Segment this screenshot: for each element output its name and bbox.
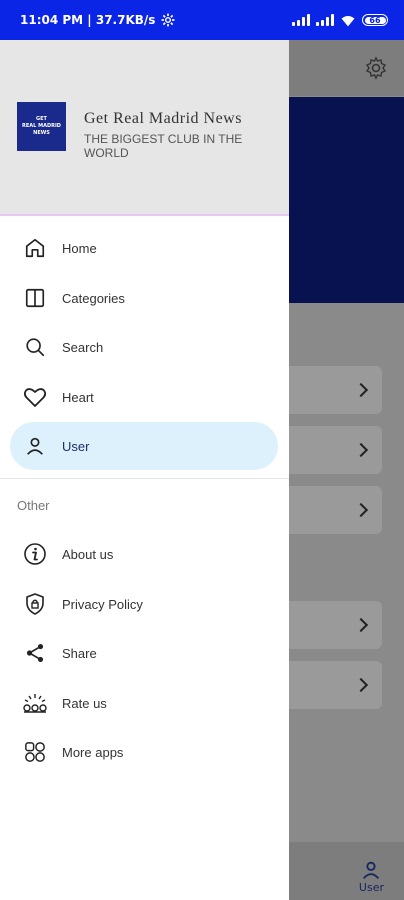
chevron-right-icon [353, 502, 369, 518]
menu-item-rate-us[interactable]: Rate us [10, 679, 278, 727]
navigation-drawer: GET REAL MADRID NEWS Get Real Madrid New… [0, 40, 289, 900]
menu-item-home[interactable]: Home [10, 224, 278, 272]
menu-item-label: User [62, 438, 90, 454]
menu-item-privacy-policy[interactable]: Privacy Policy [10, 580, 278, 628]
settings-gear-icon [161, 13, 175, 27]
menu-item-label: More apps [62, 744, 124, 760]
logo-text: GET [36, 116, 47, 122]
shield-lock-icon [22, 591, 48, 617]
menu-item-label: Privacy Policy [62, 596, 143, 612]
signal-icon [292, 14, 310, 26]
chevron-right-icon [353, 442, 369, 458]
menu-item-more-apps[interactable]: More apps [10, 728, 278, 776]
info-icon [22, 541, 48, 567]
search-icon [22, 334, 48, 360]
bottom-nav-user-label: User [358, 881, 384, 894]
menu-item-search[interactable]: Search [10, 323, 278, 371]
chevron-right-icon [353, 617, 369, 633]
menu-divider [0, 478, 289, 479]
heart-icon [22, 384, 48, 410]
app-title: Get Real Madrid News [84, 110, 242, 127]
apps-icon [22, 739, 48, 765]
app-subtitle: THE BIGGEST CLUB IN THE WORLD [84, 132, 243, 160]
menu-item-label: Rate us [62, 695, 107, 711]
rate-icon [22, 690, 48, 716]
drawer-header: GET REAL MADRID NEWS Get Real Madrid New… [0, 40, 289, 216]
user-icon [360, 859, 382, 881]
gear-icon [364, 56, 388, 80]
menu-item-share[interactable]: Share [10, 629, 278, 677]
wifi-icon [340, 14, 356, 27]
battery-icon: 66 [362, 14, 388, 26]
menu-item-label: Categories [62, 290, 125, 306]
menu-item-label: Home [62, 240, 97, 256]
menu-item-categories[interactable]: Categories [10, 274, 278, 322]
share-icon [22, 640, 48, 666]
bottom-nav-user: User [359, 859, 384, 894]
categories-icon [22, 285, 48, 311]
chevron-right-icon [353, 677, 369, 693]
status-bar: 11:04 PM | 37.7KB/s 66 [0, 0, 404, 40]
section-label-other: Other [17, 498, 50, 513]
chevron-right-icon [353, 382, 369, 398]
app-logo: GET REAL MADRID NEWS [17, 102, 66, 151]
home-icon [22, 235, 48, 261]
battery-level: 66 [369, 15, 381, 25]
menu-item-label: About us [62, 546, 114, 562]
status-time: 11:04 PM | 37.7KB/s [20, 13, 156, 27]
logo-text: NEWS [33, 130, 50, 136]
menu-item-label: Share [62, 645, 97, 661]
user-icon [22, 433, 48, 459]
menu-item-label: Search [62, 339, 104, 355]
menu-item-user[interactable]: User [10, 422, 278, 470]
signal-icon [316, 14, 334, 26]
menu-item-about-us[interactable]: About us [10, 530, 278, 578]
logo-text: REAL MADRID [22, 123, 61, 129]
menu-item-label: Heart [62, 389, 94, 405]
menu-item-heart[interactable]: Heart [10, 373, 278, 421]
